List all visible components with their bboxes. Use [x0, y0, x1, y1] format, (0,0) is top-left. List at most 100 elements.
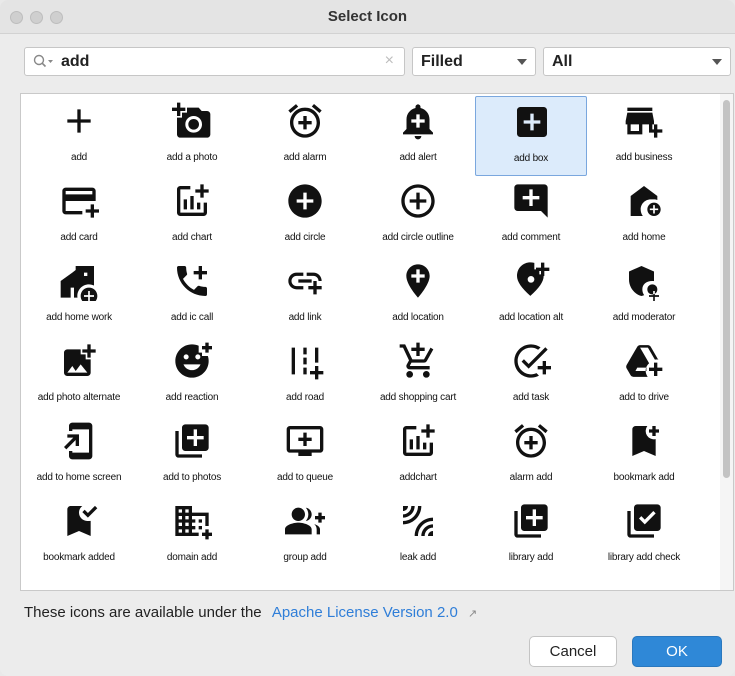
- icon-cell-add-chart[interactable]: add chart: [136, 176, 248, 256]
- icon-label: group add: [283, 552, 327, 563]
- icon-cell-add-circle[interactable]: add circle: [249, 176, 361, 256]
- icon-label: add to photos: [162, 472, 221, 483]
- icon-label: add chart: [172, 232, 212, 243]
- icon-label: domain add: [166, 552, 218, 563]
- icon-cell-add-link[interactable]: add link: [249, 256, 361, 336]
- icon-cell-add-circle-outline[interactable]: add circle outline: [362, 176, 474, 256]
- group-add-icon: [285, 507, 325, 535]
- icon-label: add box: [513, 153, 549, 164]
- library-add-check-icon: [627, 504, 661, 538]
- add-to-home-screen-icon: [64, 422, 93, 460]
- category-dropdown[interactable]: All: [543, 47, 731, 76]
- icon-label: library add: [508, 552, 554, 563]
- add-alert-icon: [403, 104, 433, 140]
- add-box-icon: [517, 107, 547, 137]
- add-reaction-icon: [175, 342, 212, 378]
- add-business-icon: [625, 107, 663, 138]
- cancel-button[interactable]: Cancel: [529, 636, 617, 667]
- icon-cell-library-add-check[interactable]: library add check: [588, 496, 700, 576]
- icon-label: add home: [622, 232, 666, 243]
- icon-cell-addchart[interactable]: addchart: [362, 416, 474, 496]
- icon-cell-add-alarm[interactable]: add alarm: [249, 96, 361, 176]
- icon-cell-add-to-home-screen[interactable]: add to home screen: [23, 416, 135, 496]
- icon-cell-bookmark-added[interactable]: bookmark added: [23, 496, 135, 576]
- icon-cell-add-road[interactable]: add road: [249, 336, 361, 416]
- icon-cell-add[interactable]: add: [23, 96, 135, 176]
- icon-cell-library-add[interactable]: library add: [475, 496, 587, 576]
- add-location-alt-icon: [517, 262, 550, 296]
- icon-label: add: [70, 152, 88, 163]
- add-chart-icon: [177, 184, 209, 216]
- add-road-icon: [291, 347, 324, 380]
- icon-cell-add-box[interactable]: add box: [475, 96, 587, 176]
- icon-cell-add-comment[interactable]: add comment: [475, 176, 587, 256]
- icon-cell-add-shopping-cart[interactable]: add shopping cart: [362, 336, 474, 416]
- icon-cell-add-ic-call[interactable]: add ic call: [136, 256, 248, 336]
- add-circle-outline-icon: [401, 184, 435, 218]
- add-ic-call-icon: [177, 266, 207, 296]
- search-input[interactable]: add: [61, 53, 89, 71]
- icon-grid-panel: add add a photo add alarm add alert add box a…: [20, 93, 734, 591]
- add-moderator-icon: [629, 266, 659, 301]
- icon-cell-alarm-add[interactable]: alarm add: [475, 416, 587, 496]
- icon-label: add shopping cart: [379, 392, 457, 403]
- icon-cell-add-location[interactable]: add location: [362, 256, 474, 336]
- icon-label: bookmark added: [43, 552, 115, 563]
- add-to-queue-icon: [286, 426, 324, 456]
- license-link[interactable]: Apache License Version 2.0: [272, 604, 458, 621]
- search-field[interactable]: add ×: [24, 47, 405, 76]
- icon-label: add to drive: [619, 392, 669, 403]
- bookmark-add-icon: [632, 426, 659, 456]
- add-location-icon: [406, 264, 430, 298]
- icon-label: add alarm: [283, 152, 327, 163]
- icon-label: add reaction: [165, 392, 219, 403]
- search-icon[interactable]: [33, 54, 57, 70]
- external-link-icon: ↗: [467, 608, 478, 620]
- add-a-photo-icon: [172, 102, 211, 138]
- add-icon: [67, 109, 91, 133]
- add-home-icon: [630, 186, 661, 216]
- license-text: These icons are available under the: [24, 604, 262, 621]
- icon-cell-add-moderator[interactable]: add moderator: [588, 256, 700, 336]
- icon-label: add moderator: [612, 312, 676, 323]
- icon-cell-group-add[interactable]: group add: [249, 496, 361, 576]
- icon-label: add ic call: [170, 312, 214, 323]
- icon-cell-add-location-alt[interactable]: add location alt: [475, 256, 587, 336]
- add-card-icon: [62, 187, 99, 218]
- style-dropdown-value: Filled: [421, 53, 463, 70]
- icon-cell-add-task[interactable]: add task: [475, 336, 587, 416]
- icon-cell-add-home[interactable]: add home: [588, 176, 700, 256]
- icon-label: add road: [286, 392, 324, 403]
- title-bar: Select Icon: [0, 0, 735, 34]
- icon-cell-leak-add[interactable]: leak add: [362, 496, 474, 576]
- add-to-photos-icon: [175, 424, 209, 458]
- scrollbar-track[interactable]: [720, 94, 733, 590]
- icon-cell-add-to-queue[interactable]: add to queue: [249, 416, 361, 496]
- add-comment-icon: [514, 184, 548, 218]
- style-dropdown[interactable]: Filled: [412, 47, 536, 76]
- icon-cell-domain-add[interactable]: domain add: [136, 496, 248, 576]
- chevron-down-icon: [712, 59, 722, 65]
- icon-label: bookmark add: [613, 472, 675, 483]
- icon-cell-add-home-work[interactable]: add home work: [23, 256, 135, 336]
- scrollbar-thumb[interactable]: [723, 100, 730, 478]
- icon-cell-bookmark-add[interactable]: bookmark add: [588, 416, 700, 496]
- icon-label: add business: [615, 152, 673, 163]
- add-to-drive-icon: [626, 345, 663, 377]
- icon-cell-add-business[interactable]: add business: [588, 96, 700, 176]
- category-dropdown-value: All: [552, 53, 573, 70]
- ok-button[interactable]: OK: [632, 636, 722, 667]
- domain-add-icon: [175, 506, 212, 540]
- clear-search-icon[interactable]: ×: [385, 52, 394, 70]
- icon-cell-add-photo-alternate[interactable]: add photo alternate: [23, 336, 135, 416]
- chevron-down-icon: [517, 59, 527, 65]
- icon-cell-add-card[interactable]: add card: [23, 176, 135, 256]
- icon-cell-add-reaction[interactable]: add reaction: [136, 336, 248, 416]
- icon-label: addchart: [399, 472, 437, 483]
- library-add-icon: [514, 504, 548, 538]
- icon-cell-add-to-drive[interactable]: add to drive: [588, 336, 700, 416]
- icon-cell-add-to-photos[interactable]: add to photos: [136, 416, 248, 496]
- icon-cell-add-a-photo[interactable]: add a photo: [136, 96, 248, 176]
- icon-label: add to home screen: [36, 472, 122, 483]
- icon-cell-add-alert[interactable]: add alert: [362, 96, 474, 176]
